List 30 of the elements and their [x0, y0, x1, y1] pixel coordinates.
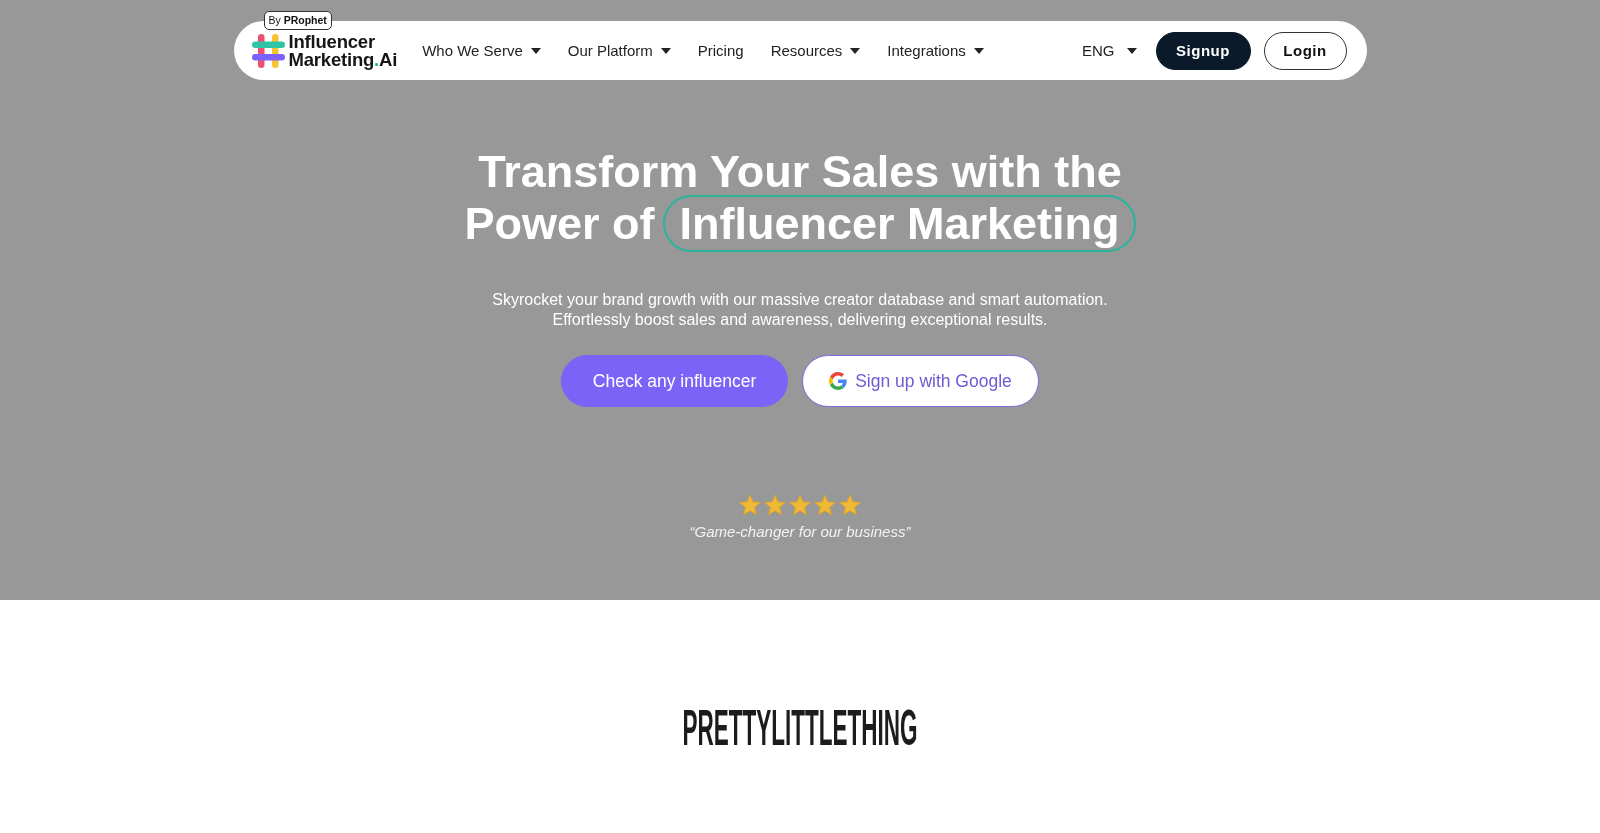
- language-selector[interactable]: ENG: [1082, 42, 1137, 59]
- highlighted-heading: Influencer Marketing: [663, 195, 1136, 252]
- google-g-icon: [829, 372, 848, 390]
- star-icon: [739, 495, 761, 516]
- hero-heading: Transform Your Sales with the: [478, 146, 1122, 198]
- star-icon: [814, 495, 836, 516]
- signup-button[interactable]: Signup: [1155, 31, 1251, 70]
- nav-menu-item[interactable]: Integrations: [887, 42, 984, 59]
- caret-icon: [660, 47, 671, 54]
- star-icon: [839, 495, 861, 516]
- nav-menu-item[interactable]: Pricing: [697, 42, 744, 59]
- star-icon: [789, 495, 811, 516]
- google-signup-button[interactable]: Sign up with Google: [802, 355, 1039, 407]
- nav-menu-item[interactable]: Resources: [770, 42, 861, 59]
- check-influencer-button[interactable]: Check any influencer: [561, 355, 788, 407]
- logo-badge: By PRophet: [263, 10, 332, 30]
- brand-logo: PRETTYLITTLETHING: [682, 702, 918, 754]
- caret-icon: [530, 47, 541, 54]
- caret-icon: [973, 47, 984, 54]
- hashtag-logo-icon: [251, 33, 285, 68]
- nav-menu-item[interactable]: Who We Serve: [422, 42, 541, 59]
- nav-menu-item[interactable]: Our Platform: [567, 42, 671, 59]
- login-button[interactable]: Login: [1263, 31, 1347, 70]
- review-quote: “Game-changer for our business”: [689, 523, 911, 541]
- hero-heading: Power of: [464, 197, 655, 250]
- star-icon: [764, 495, 786, 516]
- caret-icon: [850, 47, 861, 54]
- hero-subtitle: Skyrocket your brand growth with our massive creator database and smart automation. Effortlessly boost sales and awareness, delivering exceptional results.: [492, 290, 1108, 330]
- caret-icon: [1126, 47, 1137, 54]
- logo-wordmark[interactable]: Influencer Marketing.Ai: [288, 32, 398, 69]
